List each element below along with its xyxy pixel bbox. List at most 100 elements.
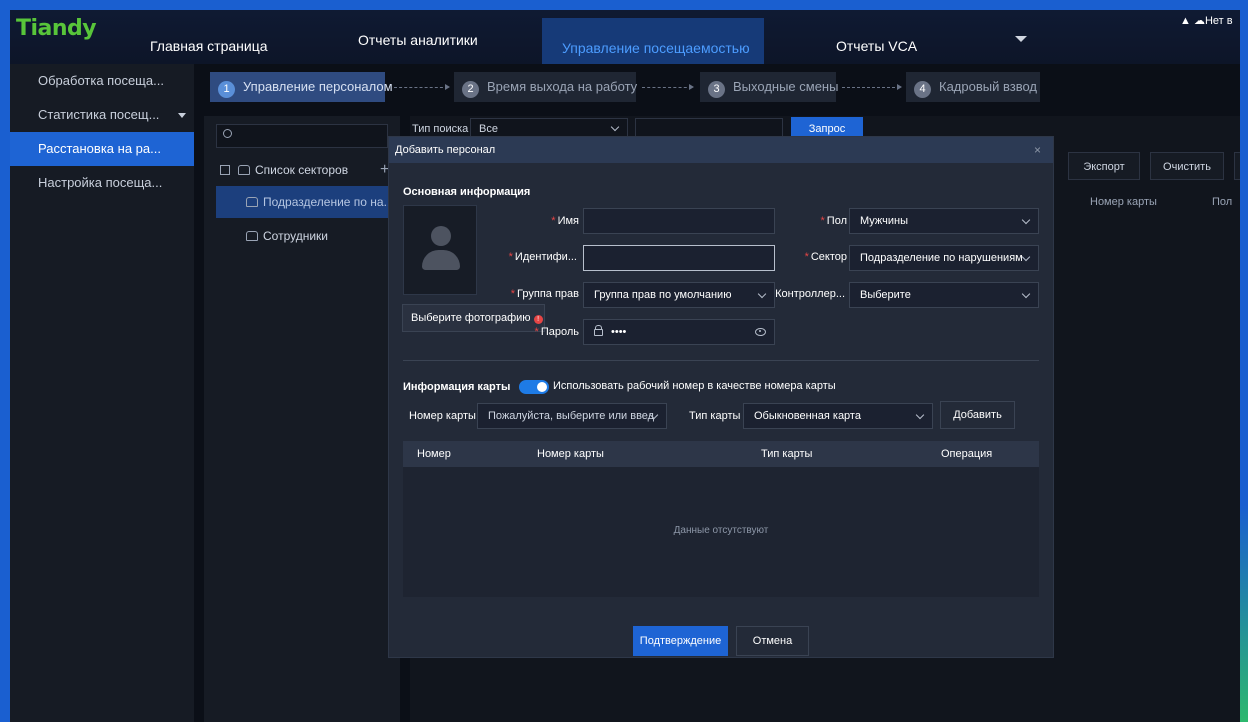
choose-photo-label: Выберите фотографию bbox=[411, 312, 531, 324]
step-3[interactable]: 3 Выходные смены bbox=[700, 72, 838, 102]
photo-placeholder bbox=[403, 205, 477, 295]
chevron-down-icon bbox=[178, 113, 186, 118]
password-label: * Пароль bbox=[534, 326, 579, 338]
dialog-header: Добавить персонал × bbox=[389, 137, 1053, 163]
column-card-number: Номер карты bbox=[537, 448, 604, 460]
chevron-down-icon bbox=[1021, 289, 1031, 299]
avatar-body-icon bbox=[422, 250, 460, 270]
nav-attendance[interactable]: Управление посещаемостью bbox=[562, 40, 750, 56]
megaphone-icon: ▲ bbox=[1180, 15, 1191, 27]
chevron-down-icon bbox=[1021, 215, 1031, 225]
sidebar-item-attendance-settings[interactable]: Настройка посеща... bbox=[10, 166, 194, 200]
card-type-label: Тип карты bbox=[689, 410, 741, 422]
step-4[interactable]: 4 Кадровый взвод bbox=[906, 72, 1040, 102]
toggle-knob bbox=[537, 382, 547, 392]
tree-root-label: Список секторов bbox=[255, 163, 349, 177]
step-2[interactable]: 2 Время выхода на работу bbox=[454, 72, 638, 102]
choose-photo-button[interactable]: Выберите фотографию! bbox=[402, 304, 545, 332]
column-gender: Пол bbox=[1212, 196, 1233, 208]
tree-item-label: Сотрудники bbox=[263, 229, 328, 243]
nav-analytics-reports[interactable]: Отчеты аналитики bbox=[358, 32, 478, 48]
sidebar-item-scheduling[interactable]: Расстановка на ра... bbox=[10, 132, 194, 166]
nav-vca-reports[interactable]: Отчеты VCA bbox=[836, 38, 917, 54]
card-number-label: Номер карты bbox=[409, 410, 476, 422]
lock-icon bbox=[594, 325, 603, 336]
step-number: 2 bbox=[462, 81, 479, 98]
column-operation: Операция bbox=[941, 448, 993, 460]
search-type-label: Тип поиска bbox=[412, 123, 469, 135]
password-value: •••• bbox=[611, 326, 627, 338]
main-nav: Главная страница Отчеты аналитики Управл… bbox=[10, 10, 1240, 64]
people-icon bbox=[238, 165, 250, 175]
gender-value: Мужчины bbox=[860, 215, 909, 227]
export-button[interactable]: Экспорт bbox=[1068, 152, 1140, 180]
add-personnel-dialog: Добавить персонал × Основная информация … bbox=[388, 136, 1054, 658]
top-bar: Tiandy Главная страница Отчеты аналитики… bbox=[10, 10, 1240, 64]
group-value: Группа прав по умолчанию bbox=[594, 289, 732, 301]
step-label: Время выхода на работу bbox=[487, 79, 638, 94]
nav-home[interactable]: Главная страница bbox=[150, 38, 268, 54]
confirm-button[interactable]: Подтверждение bbox=[633, 626, 728, 656]
eye-icon[interactable] bbox=[755, 328, 766, 336]
cancel-button[interactable]: Отмена bbox=[736, 626, 809, 656]
desktop-edge bbox=[1240, 0, 1248, 722]
people-icon bbox=[246, 197, 258, 207]
sector-tree-panel: Список секторов + Подразделение по на...… bbox=[204, 116, 400, 722]
step-label: Управление персоналом bbox=[243, 79, 393, 94]
tree-item-employees[interactable]: Сотрудники bbox=[216, 220, 328, 252]
chevron-down-icon bbox=[610, 122, 620, 132]
controller-select[interactable]: Выберите bbox=[849, 282, 1039, 308]
controller-value: Выберите bbox=[860, 289, 911, 301]
step-number: 1 bbox=[218, 81, 235, 98]
basic-info-heading: Основная информация bbox=[403, 186, 531, 198]
step-1[interactable]: 1 Управление персоналом bbox=[210, 72, 393, 102]
chevron-down-icon bbox=[1021, 252, 1031, 262]
step-connector bbox=[842, 84, 902, 90]
tree-item-label: Подразделение по на... bbox=[263, 195, 394, 209]
step-connector bbox=[394, 84, 450, 90]
gender-label: * Пол bbox=[820, 215, 847, 227]
id-input[interactable] bbox=[583, 245, 775, 271]
use-work-number-toggle[interactable] bbox=[519, 380, 549, 394]
controller-label: Контроллер... bbox=[775, 288, 845, 300]
clear-button[interactable]: Очистить bbox=[1150, 152, 1224, 180]
sidebar-item-attendance-processing[interactable]: Обработка посеща... bbox=[10, 64, 194, 98]
sidebar-item-label: Статистика посещ... bbox=[38, 107, 160, 122]
nav-more-chevron-down-icon[interactable] bbox=[1015, 36, 1027, 42]
sector-select[interactable]: Подразделение по нарушениям bbox=[849, 245, 1039, 271]
group-label: * Группа прав bbox=[510, 288, 579, 300]
column-card-type: Тип карты bbox=[761, 448, 813, 460]
notification-area[interactable]: ▲ ☁Нет в bbox=[1180, 14, 1233, 27]
tree-search-input[interactable] bbox=[216, 124, 388, 148]
collapse-icon[interactable] bbox=[220, 165, 230, 175]
dialog-title: Добавить персонал bbox=[395, 144, 496, 156]
people-icon bbox=[246, 231, 258, 241]
nav-attendance-active[interactable]: Управление посещаемостью bbox=[542, 18, 764, 64]
section-divider bbox=[403, 360, 1039, 361]
sector-label: * Сектор bbox=[804, 251, 847, 263]
empty-state-text: Данные отсутствуют bbox=[673, 525, 769, 536]
close-icon[interactable]: × bbox=[1034, 137, 1041, 163]
card-number-select[interactable]: Пожалуйста, выберите или введ bbox=[477, 403, 667, 429]
column-card-number: Номер карты bbox=[1090, 196, 1157, 208]
sidebar: Обработка посеща... Статистика посещ... … bbox=[10, 64, 194, 722]
id-label: * Идентифи... bbox=[508, 251, 577, 263]
password-input[interactable]: •••• bbox=[583, 319, 775, 345]
gender-select[interactable]: Мужчины bbox=[849, 208, 1039, 234]
card-table-body: Данные отсутствуют bbox=[403, 467, 1039, 597]
sector-value: Подразделение по нарушениям bbox=[860, 252, 1023, 264]
sidebar-item-attendance-statistics[interactable]: Статистика посещ... bbox=[10, 98, 194, 132]
group-select[interactable]: Группа прав по умолчанию bbox=[583, 282, 775, 308]
step-number: 3 bbox=[708, 81, 725, 98]
avatar-head-icon bbox=[431, 226, 451, 246]
step-label: Кадровый взвод bbox=[939, 79, 1037, 94]
card-type-select[interactable]: Обыкновенная карта bbox=[743, 403, 933, 429]
tree-item-violations[interactable]: Подразделение по на... bbox=[216, 186, 400, 218]
step-number: 4 bbox=[914, 81, 931, 98]
name-input[interactable] bbox=[583, 208, 775, 234]
search-icon bbox=[223, 129, 232, 138]
tree-root[interactable]: Список секторов + bbox=[216, 154, 396, 186]
add-card-button[interactable]: Добавить bbox=[940, 401, 1015, 429]
name-label: * Имя bbox=[551, 215, 579, 227]
cloud-icon: ☁ bbox=[1193, 15, 1205, 27]
